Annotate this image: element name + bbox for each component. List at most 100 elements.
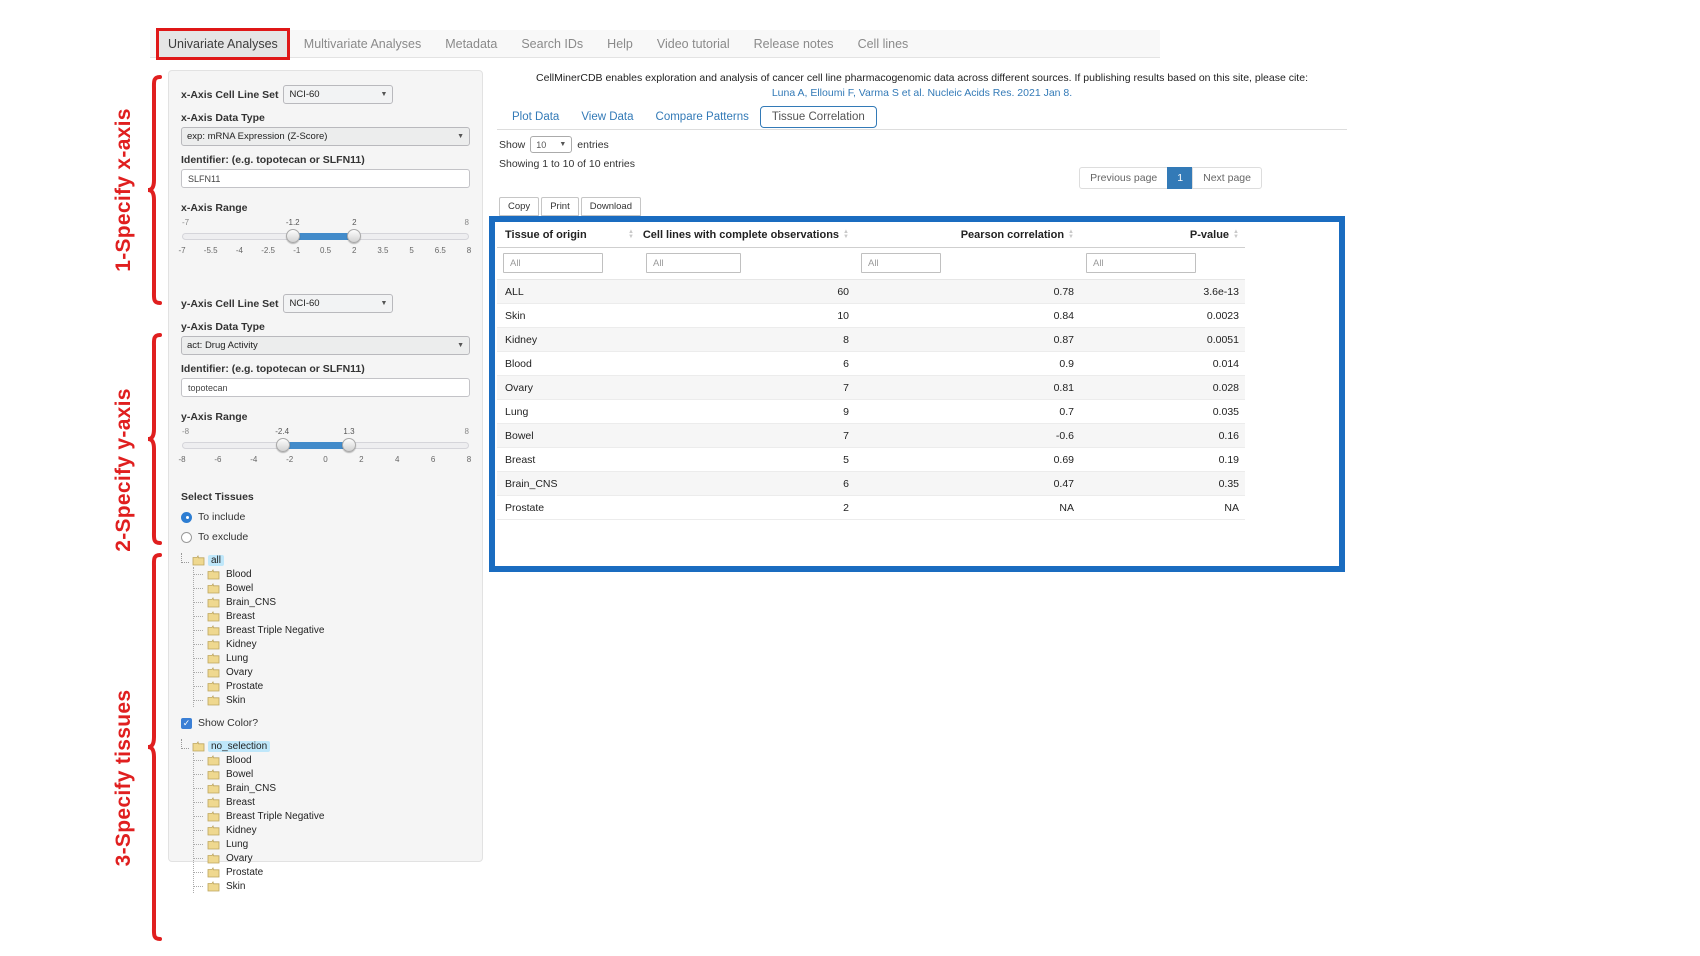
tree-node-prostate[interactable]: Prostate <box>194 679 470 693</box>
tree-node-label: Brain_CNS <box>223 783 279 794</box>
radio-to-include[interactable]: To include <box>181 511 470 523</box>
folder-icon <box>207 755 220 766</box>
folder-icon <box>207 597 220 608</box>
filter-input-p-value[interactable] <box>1086 253 1196 273</box>
radio-label: To include <box>198 511 245 523</box>
tree-node-breast[interactable]: Breast <box>194 795 470 809</box>
tab-plot-data[interactable]: Plot Data <box>501 107 570 127</box>
tree-node-lung[interactable]: Lung <box>194 837 470 851</box>
tree-node-bowel[interactable]: Bowel <box>194 581 470 595</box>
tree-node-kidney[interactable]: Kidney <box>194 823 470 837</box>
show-entries-prefix: Show <box>499 139 525 151</box>
nav-item-help[interactable]: Help <box>595 31 645 57</box>
tree-node-label: Breast Triple Negative <box>223 625 327 636</box>
tree-node-breast-triple-negative[interactable]: Breast Triple Negative <box>194 623 470 637</box>
slider-handle-to[interactable] <box>347 229 361 243</box>
nav-item-univariate-analyses[interactable]: Univariate Analyses <box>156 28 290 60</box>
nav-item-multivariate-analyses[interactable]: Multivariate Analyses <box>292 31 433 57</box>
y-range-slider[interactable]: -88-2.41.3-8-6-4-202468 <box>181 427 470 473</box>
filter-input-pearson-correlation[interactable] <box>861 253 941 273</box>
tree-node-no-selection[interactable]: no_selection <box>181 739 470 753</box>
entries-count-select[interactable]: 10 ▼ <box>530 136 572 153</box>
tree-node-blood[interactable]: Blood <box>194 753 470 767</box>
y-identifier-input[interactable] <box>181 378 470 397</box>
tree-node-label: no_selection <box>208 741 270 752</box>
page-1-button[interactable]: 1 <box>1167 167 1193 189</box>
slider-handle-to[interactable] <box>342 438 356 452</box>
column-header-tissue-of-origin[interactable]: Tissue of origin▲▼ <box>497 222 640 248</box>
table-cell: Breast <box>497 448 640 472</box>
tree-node-label: Ovary <box>223 853 256 864</box>
citation-link[interactable]: Luna A, Elloumi F, Varma S et al. Nuclei… <box>497 87 1347 99</box>
nav-item-cell-lines[interactable]: Cell lines <box>846 31 921 57</box>
nav-item-release-notes[interactable]: Release notes <box>742 31 846 57</box>
radio-to-exclude[interactable]: To exclude <box>181 531 470 543</box>
tree-node-label: Prostate <box>223 681 266 692</box>
radio-button-icon[interactable] <box>181 532 192 543</box>
y-cell-line-set-select[interactable]: NCI-60 ▼ <box>283 294 393 313</box>
column-header-pearson-correlation[interactable]: Pearson correlation▲▼ <box>855 222 1080 248</box>
next-page-button[interactable]: Next page <box>1192 167 1262 189</box>
folder-icon <box>207 839 220 850</box>
tree-node-kidney[interactable]: Kidney <box>194 637 470 651</box>
slider-tick-label: -1 <box>293 246 300 255</box>
filter-input-cell-lines-with-complete-observations[interactable] <box>646 253 741 273</box>
slider-tick-label: -2 <box>286 455 293 464</box>
tree-node-prostate[interactable]: Prostate <box>194 865 470 879</box>
nav-item-search-ids[interactable]: Search IDs <box>509 31 595 57</box>
tree-node-all[interactable]: all <box>181 553 470 567</box>
filter-input-tissue-of-origin[interactable] <box>503 253 603 273</box>
tree-node-ovary[interactable]: Ovary <box>194 665 470 679</box>
y-range-label: y-Axis Range <box>181 411 470 423</box>
x-cell-line-set-select[interactable]: NCI-60 ▼ <box>283 85 393 104</box>
tree-node-brain-cns[interactable]: Brain_CNS <box>194 781 470 795</box>
sort-icon[interactable]: ▲▼ <box>628 230 634 240</box>
slider-handle-from[interactable] <box>286 229 300 243</box>
export-buttons: CopyPrintDownload <box>499 197 643 216</box>
sort-icon[interactable]: ▲▼ <box>1233 230 1239 240</box>
tab-view-data[interactable]: View Data <box>570 107 644 127</box>
tree-connector <box>181 739 189 749</box>
table-cell: 0.0023 <box>1080 304 1245 328</box>
tree-node-lung[interactable]: Lung <box>194 651 470 665</box>
folder-icon <box>207 695 220 706</box>
copy-button[interactable]: Copy <box>499 197 539 216</box>
sort-icon[interactable]: ▲▼ <box>843 230 849 240</box>
x-range-slider[interactable]: -78-1.22-7-5.5-4-2.5-10.523.556.58 <box>181 218 470 264</box>
tree-node-bowel[interactable]: Bowel <box>194 767 470 781</box>
chevron-down-icon: ▼ <box>559 141 566 148</box>
show-color-checkbox[interactable]: ✓ <box>181 718 192 729</box>
slider-track[interactable] <box>182 233 469 240</box>
tree-node-breast[interactable]: Breast <box>194 609 470 623</box>
nav-item-video-tutorial[interactable]: Video tutorial <box>645 31 742 57</box>
tree-node-label: Lung <box>223 653 251 664</box>
tree-node-blood[interactable]: Blood <box>194 567 470 581</box>
tree-node-breast-triple-negative[interactable]: Breast Triple Negative <box>194 809 470 823</box>
tree-node-brain-cns[interactable]: Brain_CNS <box>194 595 470 609</box>
column-header-cell-lines-with-complete-observations[interactable]: Cell lines with complete observations▲▼ <box>640 222 855 248</box>
step3-bracket <box>146 553 162 941</box>
tab-compare-patterns[interactable]: Compare Patterns <box>645 107 760 127</box>
y-data-type-select[interactable]: act: Drug Activity ▼ <box>181 336 470 355</box>
folder-icon <box>207 667 220 678</box>
slider-handle-from[interactable] <box>276 438 290 452</box>
x-data-type-select[interactable]: exp: mRNA Expression (Z-Score) ▼ <box>181 127 470 146</box>
slider-track[interactable] <box>182 442 469 449</box>
show-color-checkbox-row[interactable]: ✓ Show Color? <box>181 717 470 729</box>
previous-page-button[interactable]: Previous page <box>1079 167 1168 189</box>
sort-icon[interactable]: ▲▼ <box>1068 230 1074 240</box>
radio-button-icon[interactable] <box>181 512 192 523</box>
tree-node-label: Bowel <box>223 583 256 594</box>
tab-tissue-correlation[interactable]: Tissue Correlation <box>760 106 877 128</box>
table-cell: 0.028 <box>1080 376 1245 400</box>
column-header-p-value[interactable]: P-value▲▼ <box>1080 222 1245 248</box>
folder-icon <box>207 769 220 780</box>
tree-node-skin[interactable]: Skin <box>194 693 470 707</box>
tree-node-skin[interactable]: Skin <box>194 879 470 893</box>
print-button[interactable]: Print <box>541 197 579 216</box>
tree-node-ovary[interactable]: Ovary <box>194 851 470 865</box>
nav-item-metadata[interactable]: Metadata <box>433 31 509 57</box>
x-data-type-label: x-Axis Data Type <box>181 112 470 124</box>
download-button[interactable]: Download <box>581 197 641 216</box>
x-identifier-input[interactable] <box>181 169 470 188</box>
